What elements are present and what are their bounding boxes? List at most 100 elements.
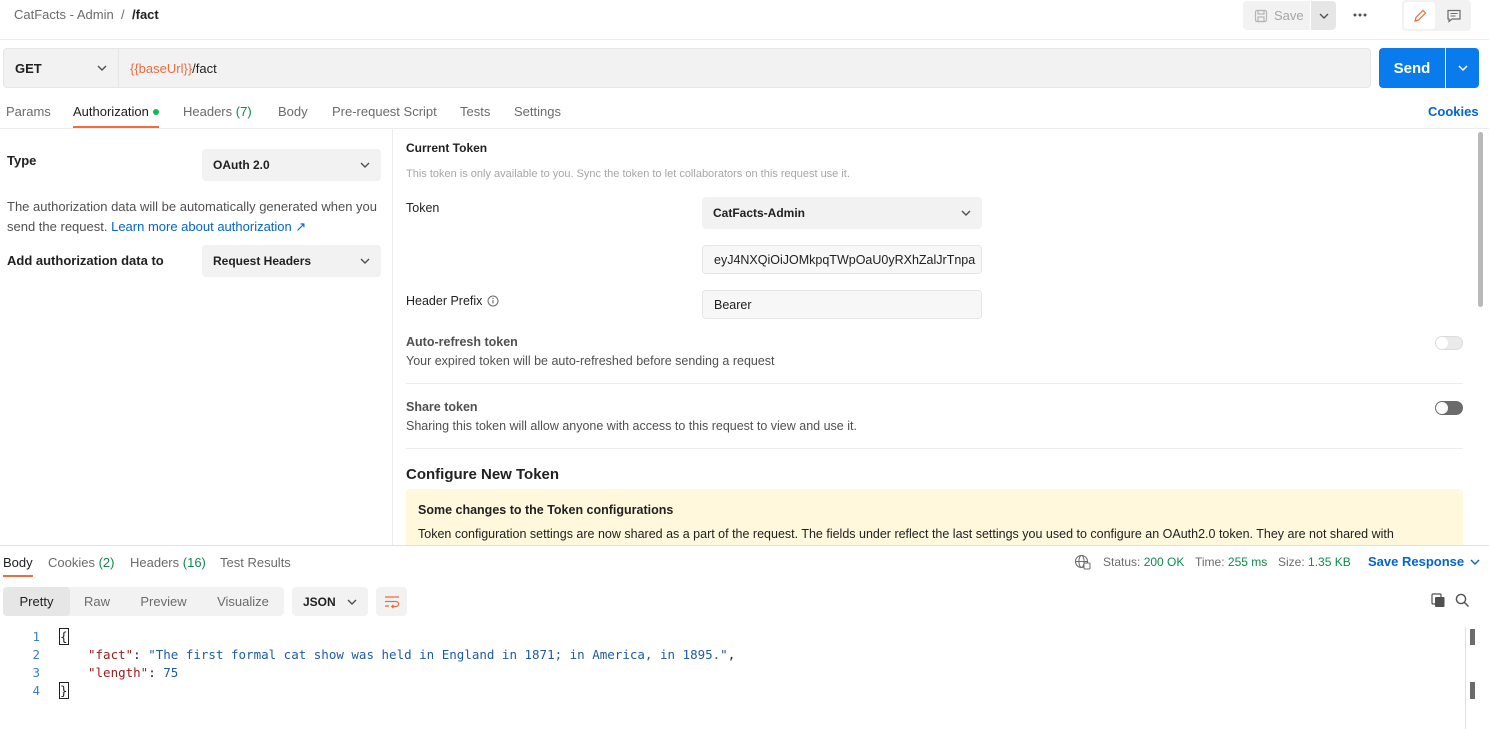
status-readout: Status: 200 OK	[1103, 555, 1184, 569]
view-pretty-button[interactable]: Pretty	[3, 587, 70, 616]
size-label: Size:	[1278, 555, 1305, 569]
method-select[interactable]: GET	[3, 48, 119, 88]
url-input[interactable]: {{baseUrl}}/fact	[119, 48, 1371, 88]
resp-tab-headers[interactable]: Headers (16)	[130, 555, 206, 570]
json-key: "fact"	[88, 647, 134, 662]
auth-type-select[interactable]: OAuth 2.0	[202, 149, 381, 181]
code-open-brace: {	[59, 628, 69, 645]
time-label: Time:	[1195, 555, 1225, 569]
size-readout: Size: 1.35 KB	[1278, 555, 1351, 569]
tab-tests[interactable]: Tests	[460, 104, 490, 119]
breadcrumb-request[interactable]: /fact	[132, 7, 159, 22]
size-value[interactable]: 1.35 KB	[1308, 555, 1351, 569]
breadcrumb-separator: /	[121, 7, 125, 22]
tab-authorization-label: Authorization	[73, 104, 149, 119]
divider	[406, 383, 1463, 384]
view-raw-button[interactable]: Raw	[70, 587, 124, 616]
code-close-brace: }	[59, 682, 69, 699]
json-key: "length"	[88, 665, 149, 680]
line-number: 1	[32, 629, 40, 644]
chevron-down-icon	[1319, 13, 1329, 19]
tab-settings[interactable]: Settings	[514, 104, 561, 119]
save-dropdown-button[interactable]	[1311, 1, 1336, 30]
time-readout: Time: 255 ms	[1195, 555, 1267, 569]
breadcrumb-collection[interactable]: CatFacts - Admin	[14, 7, 114, 22]
banner-title: Some changes to the Token configurations	[418, 503, 674, 517]
token-select[interactable]: CatFacts-Admin	[702, 197, 982, 229]
add-auth-to-label: Add authorization data to	[7, 253, 164, 268]
time-value[interactable]: 255 ms	[1228, 555, 1267, 569]
view-preview-button[interactable]: Preview	[130, 587, 197, 616]
auth-help-text: The authorization data will be automatic…	[7, 197, 387, 237]
token-value: eyJ4NXQiOiJOMkpqTWpOaU0yRXhZalJrTnpa	[714, 252, 976, 267]
share-token-toggle[interactable]	[1435, 401, 1463, 415]
format-value: JSON	[303, 594, 336, 609]
view-visualize-button[interactable]: Visualize	[205, 587, 281, 616]
tab-body[interactable]: Body	[278, 104, 308, 119]
banner-text: Token configuration settings are now sha…	[418, 527, 1394, 541]
line-number: 3	[32, 665, 40, 680]
save-response-button[interactable]: Save Response	[1368, 554, 1480, 569]
response-body-viewer[interactable]: 1 2 3 4 { "fact": "The first formal cat …	[0, 627, 1460, 729]
token-select-value: CatFacts-Admin	[713, 206, 806, 220]
add-auth-to-value: Request Headers	[213, 254, 312, 268]
type-label: Type	[7, 153, 37, 168]
token-value-field[interactable]: eyJ4NXQiOiJOMkpqTWpOaU0yRXhZalJrTnpa	[702, 245, 982, 274]
resp-tab-test-results[interactable]: Test Results	[220, 555, 291, 570]
tab-headers-count: (7)	[235, 104, 252, 119]
chevron-down-icon	[961, 210, 971, 216]
tab-authorization[interactable]: Authorization	[73, 104, 159, 119]
active-tab-indicator	[73, 126, 159, 128]
active-dot-icon	[152, 108, 159, 115]
auth-settings-panel	[0, 129, 393, 545]
wrap-lines-button[interactable]	[376, 587, 407, 616]
token-label: Token	[406, 201, 440, 215]
learn-more-link[interactable]: Learn more about authorization ↗	[111, 219, 306, 234]
resp-tab-headers-count: (16)	[182, 555, 206, 570]
format-select[interactable]: JSON	[292, 587, 368, 616]
resp-tab-cookies-label: Cookies	[48, 555, 95, 570]
divider	[406, 448, 1463, 449]
add-auth-to-select[interactable]: Request Headers	[202, 245, 381, 277]
header-prefix-label-group: Header Prefix	[406, 294, 499, 308]
code-line-length: "length": 75	[88, 665, 179, 680]
cookies-link[interactable]: Cookies	[1428, 104, 1479, 119]
more-actions-button[interactable]	[1347, 4, 1373, 26]
tab-headers[interactable]: Headers (7)	[183, 104, 252, 119]
search-icon[interactable]	[1455, 593, 1470, 608]
chevron-down-icon	[1457, 65, 1468, 71]
save-button[interactable]: Save	[1243, 1, 1310, 30]
tab-params[interactable]: Params	[6, 104, 51, 119]
auto-refresh-toggle[interactable]	[1435, 336, 1463, 350]
code-scrollbar-marker[interactable]	[1470, 682, 1475, 699]
send-dropdown-button[interactable]	[1446, 48, 1479, 88]
json-string-value: "The first formal cat show was held in E…	[148, 647, 728, 662]
share-token-title: Share token	[406, 400, 478, 414]
auth-type-value: OAuth 2.0	[213, 158, 270, 172]
copy-icon[interactable]	[1431, 593, 1446, 608]
method-value: GET	[15, 60, 42, 76]
pencil-icon	[1412, 8, 1428, 24]
configure-token-title: Configure New Token	[406, 466, 560, 483]
ellipsis-icon	[1353, 13, 1367, 17]
resp-tab-body[interactable]: Body	[3, 555, 33, 570]
wrap-lines-icon	[384, 595, 400, 609]
current-token-note: This token is only available to you. Syn…	[406, 168, 850, 180]
header-prefix-input[interactable]: Bearer	[702, 290, 982, 319]
resp-tab-cookies[interactable]: Cookies (2)	[48, 555, 114, 570]
tab-prerequest-script[interactable]: Pre-request Script	[332, 104, 437, 119]
panel-scrollbar[interactable]	[1478, 132, 1483, 307]
send-button[interactable]: Send	[1379, 48, 1445, 88]
code-scrollbar-marker[interactable]	[1470, 629, 1475, 645]
info-icon[interactable]	[487, 295, 499, 307]
header-prefix-label: Header Prefix	[406, 294, 483, 308]
comments-button[interactable]	[1438, 2, 1469, 29]
status-value[interactable]: 200 OK	[1144, 555, 1185, 569]
network-globe-icon[interactable]	[1074, 554, 1091, 570]
line-number: 2	[32, 647, 40, 662]
chevron-down-icon	[360, 258, 370, 264]
auto-refresh-title: Auto-refresh token	[406, 335, 518, 349]
resp-tab-cookies-count: (2)	[98, 555, 115, 570]
edit-mode-button[interactable]	[1404, 2, 1435, 29]
chevron-down-icon	[347, 599, 357, 605]
